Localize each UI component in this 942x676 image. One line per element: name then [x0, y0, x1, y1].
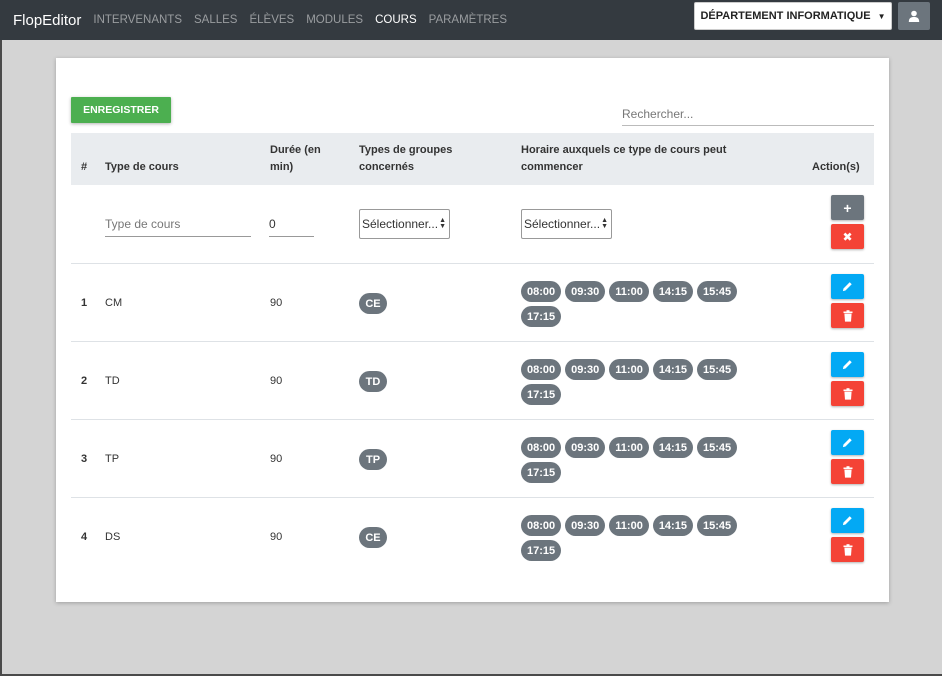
- group-badge: CE: [359, 527, 387, 548]
- select-arrows-icon: ▲ ▼: [601, 217, 608, 230]
- time-badge: 14:15: [652, 359, 693, 380]
- courses-card: ENREGISTRER # Type de cours Durée (enmin…: [56, 58, 889, 602]
- brand-logo[interactable]: FlopEditor: [13, 12, 81, 29]
- time-badge: 11:00: [609, 359, 649, 380]
- top-navbar: FlopEditor INTERVENANTS SALLES ÉLÈVES MO…: [0, 0, 942, 40]
- row-index: 2: [81, 375, 88, 387]
- row-duration: 90: [270, 297, 283, 309]
- row-duration: 90: [270, 531, 283, 543]
- course-type-input[interactable]: [105, 211, 251, 237]
- time-badge: 17:15: [521, 462, 562, 483]
- add-course-button[interactable]: +: [831, 195, 864, 220]
- nav-item-modules[interactable]: MODULES: [306, 14, 363, 26]
- time-badge: 08:00: [521, 437, 562, 458]
- time-badge: 14:15: [652, 281, 693, 302]
- search-input[interactable]: [622, 102, 874, 126]
- times-icon: ✖: [842, 229, 853, 244]
- time-badge: 08:00: [521, 359, 562, 380]
- table-row: 3 TP 90 TP 08:00 09:30 11:00 14:15 15:45 17:1…: [71, 420, 874, 498]
- time-badge: 15:45: [696, 359, 738, 380]
- groups-select[interactable]: Sélectionner... ▲ ▼: [359, 209, 450, 239]
- header-hours: Horaire auxquels ce type de cours peut co…: [521, 144, 727, 173]
- row-index: 3: [81, 453, 88, 465]
- window-border-left: [0, 0, 2, 676]
- time-badge: 11:00: [609, 281, 649, 302]
- cancel-course-button[interactable]: ✖: [831, 224, 864, 249]
- time-badge: 15:45: [696, 515, 738, 536]
- group-badge: TP: [359, 449, 387, 470]
- row-type: TD: [105, 375, 120, 387]
- row-duration: 90: [270, 453, 283, 465]
- trash-icon: [843, 387, 852, 400]
- header-index: #: [81, 161, 88, 173]
- row-index: 1: [81, 297, 88, 309]
- header-actions: Action(s): [812, 161, 860, 173]
- time-badges: 08:00 09:30 11:00 14:15 15:45 17:15: [521, 281, 751, 331]
- trash-icon: [843, 465, 852, 478]
- time-badge: 17:15: [521, 384, 562, 405]
- time-badge: 17:15: [521, 540, 562, 561]
- time-badge: 09:30: [565, 359, 606, 380]
- time-badge: 09:30: [565, 515, 606, 536]
- trash-icon: [843, 543, 852, 556]
- nav-item-eleves[interactable]: ÉLÈVES: [249, 14, 294, 26]
- row-duration: 90: [270, 375, 283, 387]
- delete-button[interactable]: [831, 459, 864, 484]
- time-badge: 09:30: [565, 281, 606, 302]
- time-badge: 09:30: [565, 437, 606, 458]
- select-arrows-icon: ▲ ▼: [439, 217, 446, 230]
- department-label: DÉPARTEMENT INFORMATIQUE: [700, 10, 871, 22]
- pencil-icon: [842, 516, 852, 526]
- row-index: 4: [81, 531, 88, 543]
- time-badge: 14:15: [652, 437, 693, 458]
- caret-down-icon: ▼: [877, 11, 886, 21]
- duration-input[interactable]: [269, 211, 314, 237]
- save-button[interactable]: ENREGISTRER: [71, 97, 171, 123]
- pencil-icon: [842, 282, 852, 292]
- table-row: 4 DS 90 CE 08:00 09:30 11:00 14:15 15:45 17:1…: [71, 498, 874, 576]
- group-badge: TD: [359, 371, 387, 392]
- table-row: 1 CM 90 CE 08:00 09:30 11:00 14:15 15:45 17:1…: [71, 264, 874, 342]
- nav-item-parametres[interactable]: PARAMÈTRES: [429, 14, 507, 26]
- edit-button[interactable]: [831, 352, 864, 377]
- pencil-icon: [842, 438, 852, 448]
- edit-button[interactable]: [831, 508, 864, 533]
- time-badge: 11:00: [609, 437, 649, 458]
- header-type: Type de cours: [105, 161, 179, 173]
- table-row: 2 TD 90 TD 08:00 09:30 11:00 14:15 15:45 17:1…: [71, 342, 874, 420]
- delete-button[interactable]: [831, 381, 864, 406]
- department-dropdown[interactable]: DÉPARTEMENT INFORMATIQUE ▼: [694, 2, 892, 30]
- time-badge: 15:45: [696, 281, 738, 302]
- row-type: TP: [105, 453, 120, 465]
- plus-icon: +: [843, 199, 852, 216]
- time-badges: 08:00 09:30 11:00 14:15 15:45 17:15: [521, 437, 751, 487]
- time-badge: 11:00: [609, 515, 649, 536]
- user-menu-button[interactable]: [898, 2, 930, 30]
- nav-item-intervenants[interactable]: INTERVENANTS: [93, 14, 182, 26]
- group-badge: CE: [359, 293, 387, 314]
- time-badges: 08:00 09:30 11:00 14:15 15:45 17:15: [521, 515, 751, 565]
- time-badges: 08:00 09:30 11:00 14:15 15:45 17:15: [521, 359, 751, 409]
- table-header: # Type de cours Durée (en min) Types de g…: [71, 133, 874, 185]
- time-badge: 15:45: [696, 437, 738, 458]
- time-badge: 08:00: [521, 515, 562, 536]
- user-icon: [908, 10, 920, 22]
- header-groups: Types de groupes concernés: [359, 144, 453, 173]
- time-badge: 08:00: [521, 281, 562, 302]
- nav-item-cours[interactable]: COURS: [375, 14, 417, 26]
- delete-button[interactable]: [831, 303, 864, 328]
- time-badge: 14:15: [652, 515, 693, 536]
- row-type: CM: [105, 297, 123, 309]
- time-badge: 17:15: [521, 306, 562, 327]
- hours-select[interactable]: Sélectionner... ▲ ▼: [521, 209, 612, 239]
- row-type: DS: [105, 531, 121, 543]
- pencil-icon: [842, 360, 852, 370]
- header-duration: Durée (en min): [270, 144, 321, 173]
- edit-button[interactable]: [831, 430, 864, 455]
- edit-button[interactable]: [831, 274, 864, 299]
- new-course-row: Sélectionner... ▲▼ Sélectionner... ▲▼ + …: [71, 185, 874, 264]
- trash-icon: [843, 309, 852, 322]
- nav-item-salles[interactable]: SALLES: [194, 14, 237, 26]
- delete-button[interactable]: [831, 537, 864, 562]
